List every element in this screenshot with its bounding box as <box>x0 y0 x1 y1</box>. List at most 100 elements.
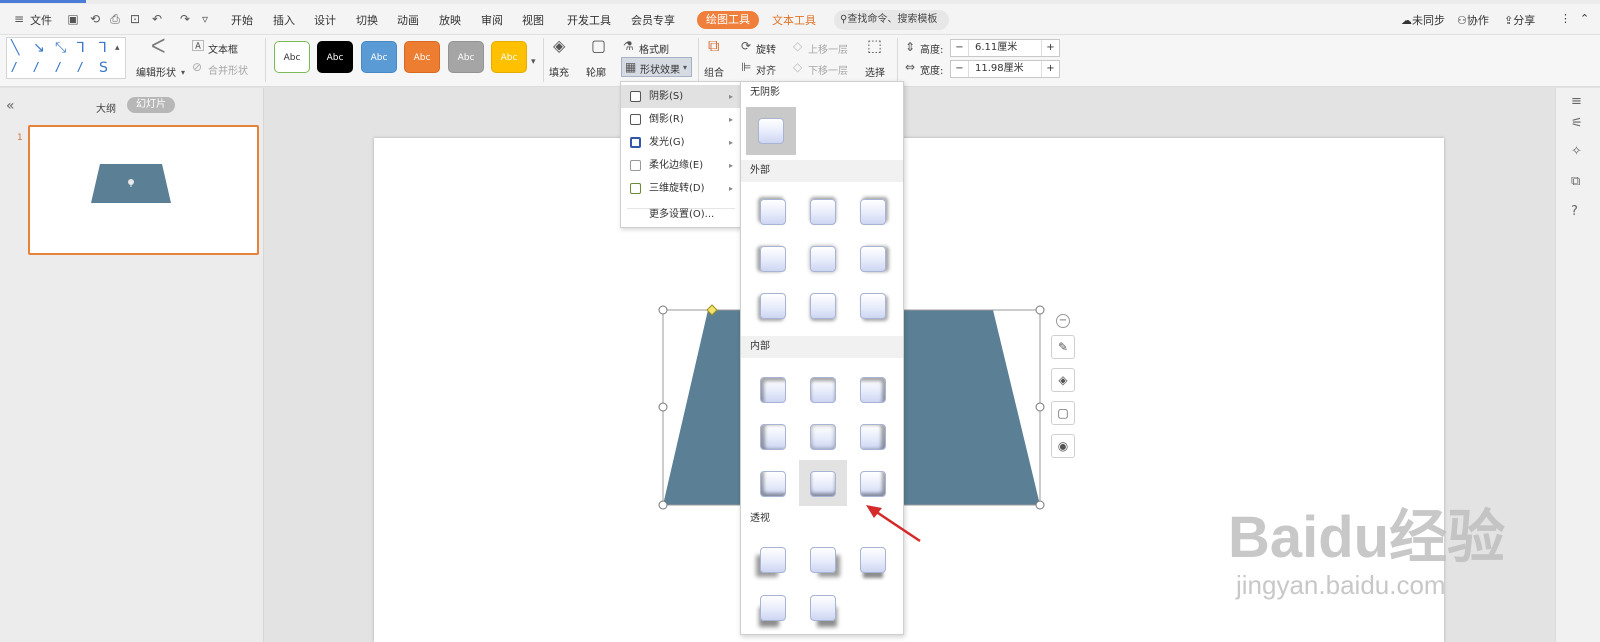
menu-lines-icon[interactable]: ≡ <box>1571 94 1582 109</box>
tab-slideshow[interactable]: 放映 <box>439 12 461 28</box>
perspective-shadow-option[interactable] <box>760 595 786 621</box>
outer-shadow-option[interactable] <box>860 293 886 319</box>
edit-shape-icon[interactable]: ᐸ <box>151 36 166 56</box>
inner-shadow-bottom-option[interactable] <box>810 471 836 497</box>
height-value[interactable]: 6.11厘米 <box>975 40 1017 56</box>
select-button[interactable]: 选择 <box>865 64 885 79</box>
width-value[interactable]: 11.98厘米 <box>975 61 1024 77</box>
format-painter-button[interactable]: 格式刷 <box>639 41 669 56</box>
width-decrease-button[interactable]: − <box>951 61 969 77</box>
tab-view[interactable]: 视图 <box>522 12 544 28</box>
outline-button[interactable]: 轮廓 <box>586 64 606 79</box>
customize-chevron-icon[interactable]: ▿ <box>198 12 212 26</box>
shape-style-3[interactable]: Abc <box>361 41 397 73</box>
inner-shadow-option[interactable] <box>810 424 836 450</box>
border-icon[interactable]: ▢ <box>1051 401 1075 425</box>
elbow-connector-icon[interactable]: ⅂ <box>77 41 85 55</box>
shape-style-6[interactable]: Abc <box>491 41 527 73</box>
line-shape-icon[interactable]: ╲ <box>11 41 19 55</box>
menu-item-more-settings[interactable]: 更多设置(O)... <box>621 203 740 226</box>
outer-shadow-option[interactable] <box>760 293 786 319</box>
collapse-panel-icon[interactable]: « <box>6 98 15 114</box>
help-icon[interactable]: ? <box>1571 204 1578 219</box>
shape-style-1[interactable]: Abc <box>274 41 310 73</box>
width-stepper[interactable]: − 11.98厘米 + <box>950 60 1060 78</box>
outer-shadow-option[interactable] <box>810 246 836 272</box>
merge-shape-button[interactable]: 合并形状 <box>208 62 248 77</box>
tab-review[interactable]: 审阅 <box>481 12 503 28</box>
menu-item-shadow[interactable]: 阴影(S) ▸ <box>621 85 740 108</box>
print-icon[interactable]: ⎙ <box>108 12 122 26</box>
sync-status-button[interactable]: ☁未同步 <box>1401 12 1445 28</box>
perspective-shadow-option[interactable] <box>810 595 836 621</box>
curve-double-arrow-icon[interactable]: Ⳇ <box>77 61 83 75</box>
collaborate-button[interactable]: ⚇协作 <box>1457 12 1489 28</box>
double-arrow-line-icon[interactable]: ⤡ <box>55 41 66 55</box>
gallery-scroll-icon[interactable]: ▴ <box>115 41 120 55</box>
inner-shadow-option[interactable] <box>760 377 786 403</box>
pen-icon[interactable]: ✎ <box>1051 335 1075 359</box>
settings-sliders-icon[interactable]: ⚟ <box>1571 116 1583 131</box>
fill-bucket-icon[interactable]: ◈ <box>1051 368 1075 392</box>
redo-icon[interactable]: ↷ <box>178 12 192 26</box>
tab-drawing-tools[interactable]: 绘图工具 <box>697 11 759 29</box>
menu-item-reflection[interactable]: 倒影(R) ▸ <box>621 108 740 131</box>
lightbulb-icon[interactable]: ◉ <box>1051 434 1075 458</box>
file-menu[interactable]: 文件 <box>30 12 52 28</box>
rotate-button[interactable]: 旋转 <box>756 41 776 56</box>
height-increase-button[interactable]: + <box>1041 40 1059 56</box>
curve-connector-icon[interactable]: Ⳇ <box>33 61 39 75</box>
bring-forward-button[interactable]: 上移一层 <box>808 41 848 56</box>
share-button[interactable]: ⇪分享 <box>1504 12 1535 28</box>
outer-shadow-option[interactable] <box>760 246 786 272</box>
inner-shadow-option[interactable] <box>860 471 886 497</box>
outer-shadow-option[interactable] <box>810 199 836 225</box>
elbow-arrow-icon[interactable]: ⅂ <box>99 41 107 55</box>
shape-style-5[interactable]: Abc <box>448 41 484 73</box>
height-decrease-button[interactable]: − <box>951 40 969 56</box>
outer-shadow-option[interactable] <box>860 199 886 225</box>
star-animation-icon[interactable]: ✧ <box>1571 144 1582 159</box>
slide[interactable] <box>374 138 1444 642</box>
hamburger-icon[interactable]: ≡ <box>12 12 26 26</box>
preview-icon[interactable]: ⊡ <box>128 12 142 26</box>
textbox-button[interactable]: 文本框 <box>208 41 238 56</box>
send-backward-button[interactable]: 下移一层 <box>808 62 848 77</box>
height-stepper[interactable]: − 6.11厘米 + <box>950 39 1060 57</box>
undo-icon[interactable]: ↶ <box>150 12 164 26</box>
group-button[interactable]: 组合 <box>704 64 724 79</box>
command-search[interactable]: ⚲查找命令、搜索模板 <box>834 10 949 30</box>
save-icon[interactable]: ▣ <box>66 12 80 26</box>
slide-thumbnail[interactable] <box>28 125 259 255</box>
inner-shadow-option[interactable] <box>860 377 886 403</box>
line-shapes-gallery[interactable]: ╲ ↘ ⤡ ⅂ ⅂ Ⳇ Ⳇ Ⳇ Ⳇ S <box>6 37 126 79</box>
shape-style-2[interactable]: Abc <box>317 41 353 73</box>
inner-shadow-option[interactable] <box>810 377 836 403</box>
no-shadow-option[interactable] <box>746 107 796 155</box>
more-options-icon[interactable]: ⋮ <box>1560 12 1571 25</box>
tab-developer[interactable]: 开发工具 <box>567 12 611 28</box>
menu-item-soft-edges[interactable]: 柔化边缘(E) ▸ <box>621 154 740 177</box>
inner-shadow-option[interactable] <box>760 471 786 497</box>
tab-animation[interactable]: 动画 <box>397 12 419 28</box>
freeform-icon[interactable]: S <box>99 61 108 75</box>
menu-item-3d-rotation[interactable]: 三维旋转(D) ▸ <box>621 177 740 200</box>
tab-transition[interactable]: 切换 <box>356 12 378 28</box>
tab-home[interactable]: 开始 <box>231 12 253 28</box>
outer-shadow-option[interactable] <box>810 293 836 319</box>
tab-member[interactable]: 会员专享 <box>631 12 675 28</box>
inner-shadow-option[interactable] <box>860 424 886 450</box>
arrow-line-icon[interactable]: ↘ <box>33 41 45 55</box>
edit-shape-button[interactable]: 编辑形状 <box>136 64 176 79</box>
fill-button[interactable]: 填充 <box>549 64 569 79</box>
slide-switch-icon[interactable]: ⧉ <box>1571 174 1580 189</box>
tab-slides[interactable]: 幻灯片 <box>127 97 175 113</box>
tab-insert[interactable]: 插入 <box>273 12 295 28</box>
tab-design[interactable]: 设计 <box>314 12 336 28</box>
shape-style-4[interactable]: Abc <box>404 41 440 73</box>
curve-arrow-icon[interactable]: Ⳇ <box>55 61 61 75</box>
outer-shadow-option[interactable] <box>760 199 786 225</box>
align-button[interactable]: 对齐 <box>756 62 776 77</box>
outer-shadow-option[interactable] <box>860 246 886 272</box>
tab-outline[interactable]: 大纲 <box>96 100 116 115</box>
